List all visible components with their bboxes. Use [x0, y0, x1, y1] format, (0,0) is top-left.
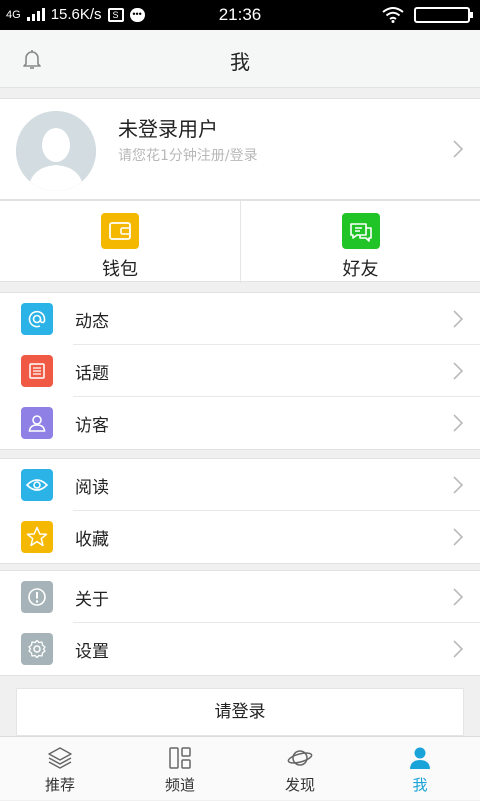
chevron-right-icon [453, 414, 464, 432]
channel-grid-icon [169, 747, 191, 769]
tab-discover[interactable]: 发现 [240, 737, 360, 801]
menu-item-settings[interactable]: 设置 [0, 623, 480, 675]
login-hint: 请您花1分钟注册/登录 [118, 148, 258, 164]
page-title: 我 [230, 50, 250, 74]
visitor-icon [21, 407, 53, 439]
chevron-right-icon [453, 476, 464, 494]
chevron-right-icon [453, 310, 464, 328]
battery-icon [414, 7, 473, 23]
menu-label: 话题 [75, 364, 109, 384]
menu-item-visitors[interactable]: 访客 [0, 397, 480, 449]
menu-group-1: 动态 话题 访客 [0, 292, 480, 450]
chevron-right-icon [453, 528, 464, 546]
tab-channels[interactable]: 频道 [120, 737, 240, 801]
menu-group-3: 关于 设置 [0, 570, 480, 676]
eye-icon [21, 469, 53, 501]
friends-button[interactable]: 好友 [240, 201, 480, 283]
avatar[interactable] [16, 111, 96, 191]
menu-label: 设置 [75, 642, 109, 662]
gear-icon [21, 633, 53, 665]
friends-label: 好友 [342, 259, 379, 280]
menu-item-topics[interactable]: 话题 [0, 345, 480, 397]
menu-item-dynamics[interactable]: 动态 [0, 293, 480, 345]
chevron-right-icon [453, 588, 464, 606]
menu-label: 关于 [75, 590, 109, 610]
menu-label: 动态 [75, 312, 109, 332]
tab-label: 推荐 [44, 776, 75, 794]
menu-label: 收藏 [75, 530, 109, 550]
layers-icon [48, 747, 72, 769]
menu-item-about[interactable]: 关于 [0, 571, 480, 623]
chevron-right-icon [453, 362, 464, 380]
menu-item-reading[interactable]: 阅读 [0, 459, 480, 511]
topic-list-icon [21, 355, 53, 387]
wallet-icon [101, 213, 139, 249]
menu-label: 阅读 [75, 478, 109, 498]
menu-group-2: 阅读 收藏 [0, 458, 480, 564]
wifi-icon [382, 7, 404, 23]
friends-chat-icon [342, 213, 380, 249]
person-icon [410, 747, 430, 769]
login-button[interactable]: 请登录 [16, 688, 464, 736]
default-avatar-icon [16, 111, 96, 191]
info-icon [21, 581, 53, 613]
menu-item-favorites[interactable]: 收藏 [0, 511, 480, 563]
planet-icon [287, 750, 313, 766]
profile-card[interactable]: 未登录用户 请您花1分钟注册/登录 [0, 98, 480, 200]
quick-actions: 钱包 好友 [0, 200, 480, 283]
bottom-nav: 推荐 频道 发现 我 [0, 736, 480, 800]
username: 未登录用户 [118, 117, 218, 141]
tab-recommend[interactable]: 推荐 [0, 737, 120, 801]
wallet-button[interactable]: 钱包 [0, 201, 240, 283]
tab-label: 频道 [164, 776, 195, 794]
menu-label: 访客 [75, 416, 109, 436]
status-bar: 4G 15.6K/s S ••• 21:36 [0, 0, 480, 30]
at-icon [21, 303, 53, 335]
chevron-right-icon [453, 640, 464, 658]
wallet-label: 钱包 [102, 259, 138, 280]
star-icon [21, 521, 53, 553]
chevron-right-icon [453, 140, 464, 158]
tab-me[interactable]: 我 [360, 737, 480, 801]
tab-label: 我 [412, 776, 428, 794]
header: 我 [0, 30, 480, 88]
tab-label: 发现 [284, 776, 315, 794]
